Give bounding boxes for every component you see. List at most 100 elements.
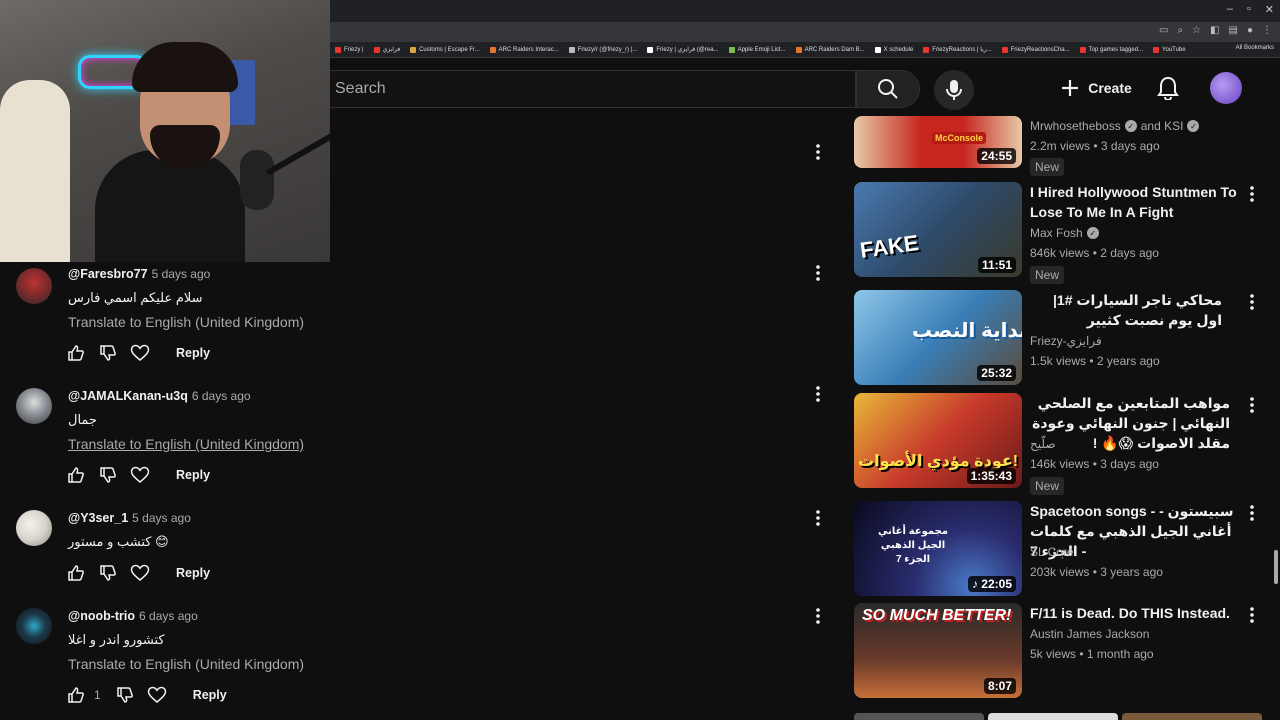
comment-menu-button[interactable] [812, 606, 824, 626]
channel-name[interactable]: صلّيح [1030, 437, 1056, 451]
bookmark-item[interactable]: X schedule [870, 46, 919, 53]
channel-name[interactable]: Austin James Jackson [1030, 627, 1149, 641]
cast-icon[interactable]: ▭ [1159, 25, 1168, 36]
kebab-menu-icon[interactable]: ⋮ [1262, 25, 1272, 36]
channel-extra-text[interactable]: and KSI [1141, 119, 1184, 133]
comment-author[interactable]: @noob-trio 6 days ago [68, 609, 198, 623]
star-icon[interactable]: ☆ [1192, 25, 1201, 36]
video-title[interactable]: F/11 is Dead. Do THIS Instead. [1030, 603, 1238, 623]
video-title[interactable]: محاكي تاجر السيارات #1| اول يوم نصبت كثي… [1030, 290, 1222, 330]
like-button[interactable] [66, 465, 86, 485]
video-thumbnail[interactable]: FAKE 11:51 [854, 182, 1022, 277]
maximize-icon[interactable]: ▫ [1247, 3, 1251, 16]
zoom-icon[interactable]: ⌕ [1177, 25, 1183, 36]
video-thumbnail[interactable] [1122, 713, 1262, 720]
voice-search-button[interactable] [934, 70, 974, 110]
like-button[interactable] [66, 563, 86, 583]
heart-button[interactable] [130, 563, 150, 583]
dislike-button[interactable] [115, 685, 135, 705]
comment-author[interactable]: @JAMALKanan-u3q 6 days ago [68, 389, 251, 403]
bookmark-item[interactable]: ARC Raiders Interac... [485, 46, 564, 53]
comment-timestamp[interactable]: 6 days ago [139, 609, 198, 623]
search-input[interactable] [335, 71, 845, 107]
comment-timestamp[interactable]: 5 days ago [152, 267, 211, 281]
heart-button[interactable] [147, 685, 167, 705]
reply-button[interactable]: Reply [176, 566, 210, 580]
bookmark-item[interactable]: Apple Emoji List... [724, 46, 791, 53]
comment-avatar[interactable] [16, 388, 52, 424]
channel-name[interactable]: Max Fosh ✓ [1030, 226, 1099, 240]
recommended-video-partial[interactable] [854, 713, 1264, 720]
comment-menu-button[interactable] [812, 508, 824, 528]
video-menu-button[interactable] [1246, 292, 1258, 312]
comment-author-name[interactable]: @JAMALKanan-u3q [68, 389, 188, 403]
comment-avatar[interactable] [16, 510, 52, 546]
video-title[interactable]: مواهب المتابعين مع الصلحي النهائي | جنون… [1030, 393, 1230, 453]
like-button[interactable] [66, 343, 86, 363]
translate-link[interactable]: Translate to English (United Kingdom) [68, 436, 304, 452]
video-menu-button[interactable] [1246, 184, 1258, 204]
channel-name-text[interactable]: Friezy-فرايزي [1030, 334, 1102, 348]
comment-avatar[interactable] [16, 268, 52, 304]
like-button[interactable] [66, 685, 86, 705]
translate-link[interactable]: Translate to English (United Kingdom) [68, 314, 304, 330]
video-thumbnail[interactable] [988, 713, 1118, 720]
notifications-button[interactable] [1154, 74, 1182, 102]
channel-name-text[interactable]: Mrwhosetheboss [1030, 119, 1121, 133]
dislike-button[interactable] [98, 465, 118, 485]
heart-button[interactable] [130, 465, 150, 485]
video-thumbnail[interactable]: عودة مؤدي الأصوات! 1:35:43 [854, 393, 1022, 488]
bookmark-item[interactable]: فرايزي [369, 46, 406, 53]
bookmark-item[interactable]: Friezy | [330, 46, 369, 53]
bookmark-item[interactable]: YouTube [1148, 46, 1191, 53]
dislike-button[interactable] [98, 563, 118, 583]
comment-timestamp[interactable]: 5 days ago [132, 511, 191, 525]
video-menu-button[interactable] [1246, 605, 1258, 625]
comment-author-name[interactable]: @Y3ser_1 [68, 511, 128, 525]
comment-timestamp[interactable]: 6 days ago [192, 389, 251, 403]
reply-button[interactable]: Reply [176, 346, 210, 360]
extensions-icon[interactable]: ◧ [1210, 25, 1219, 36]
reply-button[interactable]: Reply [193, 688, 227, 702]
tab-search-icon[interactable]: ▤ [1229, 25, 1238, 36]
bookmark-item[interactable]: Top games tagged... [1075, 46, 1148, 53]
comment-avatar[interactable] [16, 608, 52, 644]
video-title[interactable]: I Hired Hollywood Stuntmen To Lose To Me… [1030, 182, 1238, 222]
scrollbar-thumb[interactable] [1274, 550, 1278, 584]
bookmark-item[interactable]: FriezyReactions | ريا... [918, 46, 996, 53]
create-button[interactable]: Create [1044, 70, 1148, 106]
channel-name[interactable]: Friezy-فرايزي [1030, 334, 1102, 348]
comment-author[interactable]: @Faresbro77 5 days ago [68, 267, 210, 281]
close-icon[interactable]: ✕ [1265, 3, 1274, 16]
comment-author-name[interactable]: @Faresbro77 [68, 267, 148, 281]
channel-name-text[interactable]: SL Core [1030, 545, 1074, 559]
channel-name-text[interactable]: Austin James Jackson [1030, 627, 1149, 641]
video-thumbnail[interactable] [854, 713, 984, 720]
video-menu-button[interactable] [1246, 395, 1258, 415]
dislike-button[interactable] [98, 343, 118, 363]
comment-author-name[interactable]: @noob-trio [68, 609, 135, 623]
comment-author[interactable]: @Y3ser_1 5 days ago [68, 511, 191, 525]
video-thumbnail[interactable]: McConsole 24:55 [854, 116, 1022, 168]
heart-button[interactable] [130, 343, 150, 363]
minimize-icon[interactable]: – [1227, 3, 1233, 16]
video-thumbnail[interactable]: مجموعة أغاني الجيل الذهبي الجزء 7 ♪ 22:0… [854, 501, 1022, 596]
channel-name[interactable]: Mrwhosetheboss ✓ and KSI ✓ [1030, 119, 1200, 133]
bookmark-item[interactable]: Customs | Escape Fr... [405, 46, 485, 53]
reply-button[interactable]: Reply [176, 468, 210, 482]
translate-link[interactable]: Translate to English (United Kingdom) [68, 656, 304, 672]
comment-menu-button[interactable] [812, 263, 824, 283]
all-bookmarks-button[interactable]: All Bookmarks [1236, 45, 1274, 51]
comment-menu-button[interactable] [812, 384, 824, 404]
video-thumbnail[interactable]: بداية النصب 25:32 [854, 290, 1022, 385]
bookmark-item[interactable]: ARC Raiders Dam B... [791, 46, 870, 53]
profile-icon[interactable]: ● [1247, 25, 1253, 36]
search-button[interactable] [856, 70, 920, 108]
channel-name-text[interactable]: Max Fosh [1030, 226, 1083, 240]
video-menu-button[interactable] [1246, 503, 1258, 523]
channel-name-text[interactable]: صلّيح [1030, 437, 1056, 451]
bookmark-item[interactable]: Friezy/r (@friezy_r) |... [564, 46, 643, 53]
comment-menu-button[interactable] [812, 142, 824, 162]
channel-name[interactable]: SL Core [1030, 545, 1074, 559]
account-avatar[interactable] [1210, 72, 1242, 104]
